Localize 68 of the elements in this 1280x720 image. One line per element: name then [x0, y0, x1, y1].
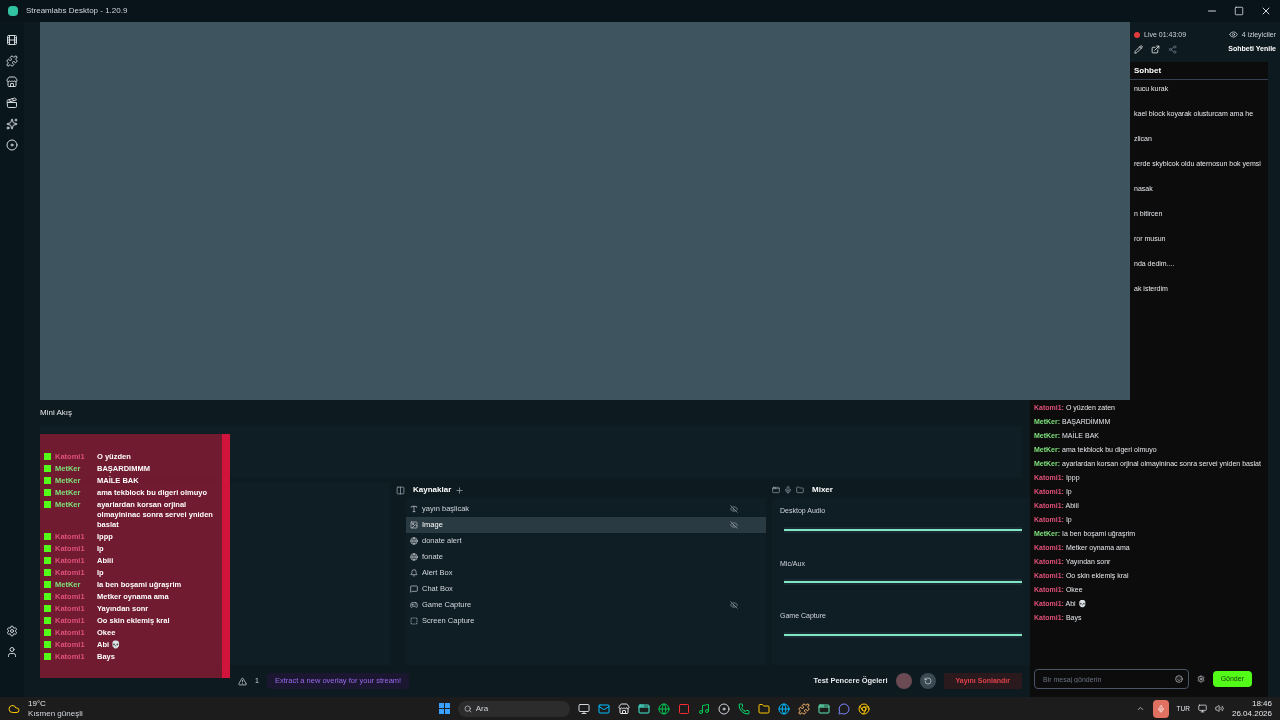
window-icon[interactable] — [817, 702, 830, 715]
globe-icon — [410, 537, 418, 545]
window-icon[interactable] — [772, 486, 780, 494]
store-icon[interactable] — [6, 76, 18, 88]
weather-temp: 19°C — [28, 698, 47, 709]
popout-icon[interactable] — [1151, 44, 1160, 54]
dashed-square-icon — [410, 617, 418, 625]
letter-icon — [410, 505, 418, 513]
app-logo-icon — [8, 6, 18, 16]
chat-title: Sohbet — [1130, 62, 1268, 80]
folder-icon[interactable] — [796, 486, 804, 494]
gamepad-icon — [410, 601, 418, 609]
chat-icon — [410, 585, 418, 593]
mail-icon[interactable] — [597, 702, 610, 715]
speaker-icon[interactable] — [1214, 704, 1224, 713]
weather-text: Kısmen güneşli — [28, 708, 83, 719]
hidden-eye-icon[interactable] — [730, 505, 738, 513]
settings-icon[interactable] — [1196, 675, 1205, 683]
square-icon[interactable] — [677, 702, 690, 715]
collapse-icon[interactable] — [396, 485, 405, 495]
share-icon[interactable] — [1168, 44, 1177, 54]
puzzle-icon[interactable] — [797, 702, 810, 715]
folder-icon[interactable] — [757, 702, 770, 715]
cloud-icon[interactable] — [8, 702, 20, 715]
monitor-icon[interactable] — [577, 702, 590, 715]
emoji-icon[interactable] — [1174, 675, 1183, 683]
clapperboard-icon[interactable] — [6, 97, 18, 109]
replay-button[interactable] — [919, 673, 936, 689]
camera-icon[interactable] — [6, 34, 18, 46]
taskbar-search-field[interactable]: Ara — [457, 700, 570, 717]
chevron-up-icon[interactable] — [1135, 704, 1145, 713]
globe-icon[interactable] — [777, 702, 790, 715]
globe-icon[interactable] — [657, 702, 670, 715]
close-icon[interactable] — [1260, 5, 1272, 17]
disc-icon[interactable] — [6, 139, 18, 151]
replay-icon — [923, 677, 932, 685]
warning-icon — [238, 676, 247, 686]
monitor-icon[interactable] — [1197, 704, 1207, 713]
image-icon — [410, 521, 418, 529]
mini-feed-title: Mini Akış — [40, 407, 73, 419]
browser-icon[interactable] — [857, 702, 870, 715]
mic-icon[interactable] — [784, 486, 792, 494]
clock-date: 26.04.2026 — [1231, 708, 1272, 719]
chat-bubble-icon[interactable] — [837, 702, 850, 715]
eye-icon — [1228, 30, 1238, 40]
add-icon[interactable] — [455, 485, 465, 495]
phone-icon[interactable] — [737, 702, 750, 715]
mic-tray-icon[interactable] — [1152, 699, 1169, 718]
window-icon[interactable] — [637, 702, 650, 715]
window-title: Streamlabs Desktop - 1.20.9 — [26, 5, 128, 17]
music-icon[interactable] — [697, 702, 710, 715]
sources-title: Kaynaklar — [413, 484, 452, 496]
bell-icon — [410, 569, 418, 577]
store-icon[interactable] — [617, 702, 630, 715]
clock-time: 18:46 — [1251, 698, 1272, 709]
pencil-icon[interactable] — [1134, 44, 1143, 54]
disc-icon[interactable] — [717, 702, 730, 715]
mixer-title: Mixer — [812, 484, 833, 496]
puzzle-icon[interactable] — [6, 55, 18, 67]
globe-icon — [410, 553, 418, 561]
user-icon[interactable] — [6, 646, 18, 658]
start-icon[interactable] — [438, 703, 450, 714]
hidden-eye-icon[interactable] — [730, 601, 738, 609]
maximize-icon[interactable] — [1234, 6, 1244, 16]
settings-icon[interactable] — [6, 625, 18, 637]
hidden-eye-icon[interactable] — [730, 521, 738, 529]
sparkles-icon[interactable] — [6, 118, 18, 130]
search-icon — [463, 704, 472, 713]
